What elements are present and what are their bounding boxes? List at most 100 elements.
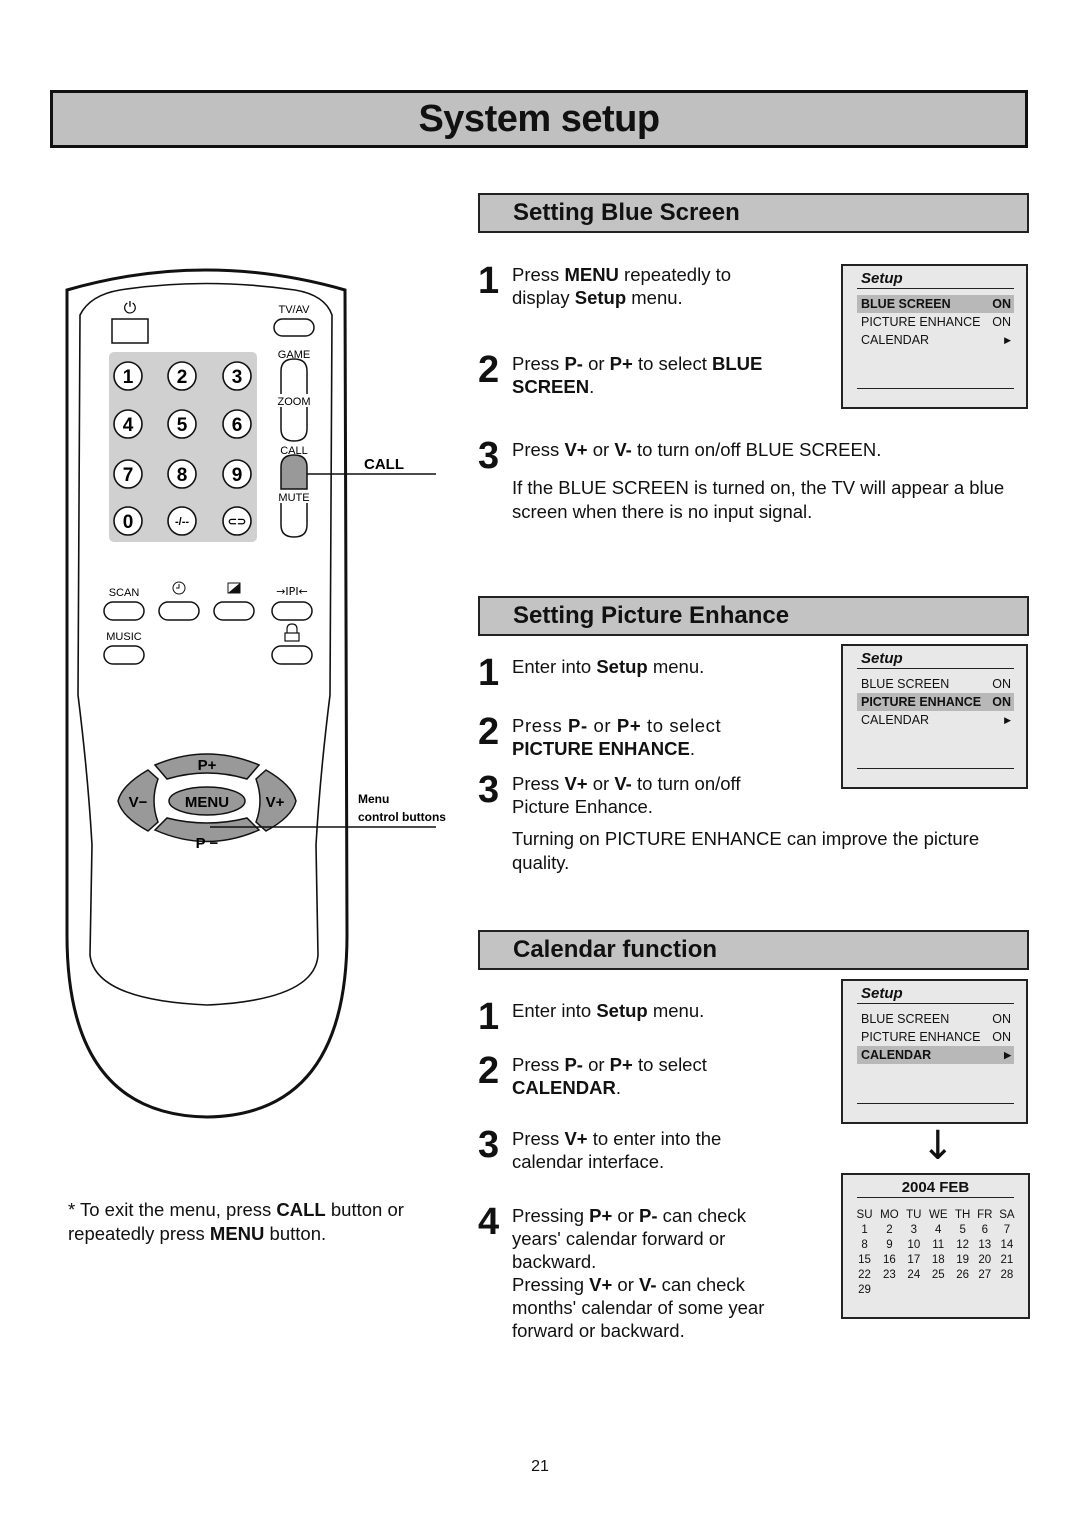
picture-enhance-step-1: 1 Enter into Setup menu. — [478, 652, 705, 694]
submenu-arrow-icon: ▶ — [1004, 715, 1011, 725]
call-button[interactable] — [280, 454, 308, 490]
weekday-header: FR — [977, 1209, 993, 1221]
music-label: MUSIC — [106, 631, 142, 643]
zoom-label: ZOOM — [278, 396, 311, 408]
mute-label: MUTE — [278, 492, 309, 504]
calendar-day: 19 — [956, 1254, 970, 1266]
calendar-grid: SU MO TU WE TH FR SA 1 2 3 4 5 6 7 8 9 10 11 12 13 14 15 16 17… — [853, 1208, 1018, 1298]
osd-footer-line — [857, 1103, 1014, 1104]
osd-title: Setup — [857, 985, 1014, 1004]
calendar-day: 25 — [931, 1269, 945, 1281]
osd-row-value: ON — [992, 1012, 1011, 1026]
digit-label: ⊂⊃ — [228, 516, 246, 528]
osd-row-picture-enhance: PICTURE ENHANCE ON — [857, 313, 1014, 331]
digit-button-10[interactable]: 0 — [113, 506, 143, 536]
down-arrow-icon: ↓ — [921, 1123, 955, 1169]
calendar-week-row: 8 9 10 11 12 13 14 — [853, 1238, 1018, 1253]
music-button[interactable] — [103, 645, 145, 665]
calendar-day: 16 — [883, 1254, 896, 1266]
calendar-day: 29 — [858, 1284, 871, 1296]
osd-row-value: ON — [992, 297, 1011, 311]
calendar-day: 27 — [978, 1269, 992, 1281]
osd-title: Setup — [857, 270, 1014, 289]
osd-row-blue-screen: BLUE SCREEN ON — [857, 1010, 1014, 1028]
menu-label: MENU — [185, 794, 229, 811]
digit-button-2[interactable]: 2 — [167, 361, 197, 391]
calendar-week-row: 1 2 3 4 5 6 7 — [853, 1223, 1018, 1238]
page-number: 21 — [531, 1458, 549, 1475]
pip-button[interactable] — [271, 601, 313, 621]
calendar-day: 7 — [1003, 1224, 1011, 1236]
calendar-step-1: 1 Enter into Setup menu. — [478, 996, 705, 1038]
osd-row-label: BLUE SCREEN — [861, 1012, 950, 1026]
osd-row-calendar: CALENDAR ▶ — [857, 1046, 1014, 1064]
osd-row-label: BLUE SCREEN — [861, 297, 951, 311]
weekday-header: WE — [928, 1209, 948, 1221]
calendar-day: 20 — [978, 1254, 992, 1266]
calendar-day — [903, 1283, 925, 1298]
calendar-view-osd: 2004 FEB SU MO TU WE TH FR SA 1 2 3 4 5 6 7 8 9 10 11 12 1… — [841, 1173, 1030, 1319]
digit-label: 7 — [123, 465, 134, 486]
calendar-day: 17 — [907, 1254, 921, 1266]
calendar-step-4: 4 Pressing P+ or P- can check years' cal… — [478, 1201, 765, 1341]
lock-button[interactable] — [271, 645, 313, 665]
digit-label: 2 — [177, 367, 188, 388]
calendar-step-3: 3 Press V+ to enter into the calendar in… — [478, 1124, 722, 1172]
exit-menu-footnote: * To exit the menu, press CALL button or… — [68, 1199, 404, 1244]
calendar-month-title: 2004 FEB — [857, 1179, 1014, 1198]
digit-button-12[interactable]: ⊂⊃ — [222, 506, 252, 536]
calendar-day: 22 — [858, 1269, 871, 1281]
digit-button-11[interactable]: -/-- — [167, 506, 197, 536]
osd-row-label: PICTURE ENHANCE — [861, 695, 982, 709]
osd-row-value: ON — [992, 677, 1011, 691]
tvav-label: TV/AV — [279, 304, 311, 316]
calendar-day: 28 — [1000, 1269, 1014, 1281]
mute-button[interactable] — [280, 503, 308, 538]
osd-row-value: ON — [992, 1030, 1011, 1044]
calendar-day: 6 — [981, 1224, 988, 1236]
osd-row-label: CALENDAR — [861, 713, 930, 727]
p-minus-label: P − — [196, 835, 219, 852]
zoom-button[interactable] — [280, 407, 308, 442]
weekday-header: SU — [856, 1209, 873, 1221]
tvav-button[interactable] — [273, 318, 315, 337]
game-button[interactable] — [280, 358, 308, 394]
calendar-day — [996, 1283, 1018, 1298]
osd-setup-menu-blue-screen: Setup BLUE SCREEN ON PICTURE ENHANCE ON CALEN… — [841, 264, 1028, 409]
digit-button-1[interactable]: 1 — [113, 361, 143, 391]
digit-button-9[interactable]: 9 — [222, 459, 252, 489]
calendar-day: 2 — [886, 1224, 893, 1236]
digit-label: 8 — [177, 465, 188, 486]
picture-mode-button[interactable] — [213, 601, 255, 621]
digit-button-7[interactable]: 7 — [113, 459, 143, 489]
v-plus-label: V+ — [266, 794, 285, 811]
calendar-week-row: 15 16 17 18 19 20 21 — [853, 1253, 1018, 1268]
osd-setup-menu-calendar: Setup BLUE SCREEN ON PICTURE ENHANCE ON CALEN… — [841, 979, 1028, 1124]
calendar-day: 13 — [978, 1239, 992, 1251]
timer-button[interactable] — [158, 601, 200, 621]
digit-button-3[interactable]: 3 — [222, 361, 252, 391]
digit-button-4[interactable]: 4 — [113, 409, 143, 439]
blue-screen-note: If the BLUE SCREEN is turned on, the TV … — [512, 477, 1005, 522]
digit-label: 0 — [123, 512, 134, 533]
osd-row-value: ON — [992, 315, 1011, 329]
osd-row-calendar: CALENDAR ▶ — [857, 711, 1014, 729]
calendar-day: 5 — [959, 1224, 966, 1236]
calendar-step-2: 2 Press P- or P+ to select CALENDAR. — [478, 1050, 707, 1098]
digit-button-8[interactable]: 8 — [167, 459, 197, 489]
osd-row-label: PICTURE ENHANCE — [861, 1030, 981, 1044]
digit-label: 9 — [232, 465, 243, 486]
calendar-day — [952, 1283, 974, 1298]
scan-button[interactable] — [103, 601, 145, 621]
picture-enhance-step-3: 3 Press V+ or V- to turn on/off Picture … — [478, 769, 741, 817]
digit-button-5[interactable]: 5 — [167, 409, 197, 439]
digit-button-6[interactable]: 6 — [222, 409, 252, 439]
calendar-day — [974, 1283, 996, 1298]
section-heading-calendar: Calendar function — [478, 930, 1029, 970]
weekday-header: MO — [880, 1209, 899, 1221]
blue-screen-step-3: 3 Press V+ or V- to turn on/off BLUE SCR… — [478, 435, 882, 477]
calendar-day: 1 — [861, 1224, 868, 1236]
osd-row-blue-screen: BLUE SCREEN ON — [857, 675, 1014, 693]
menu-callout-line1: Menu — [358, 792, 389, 806]
digit-label: -/-- — [175, 516, 189, 528]
